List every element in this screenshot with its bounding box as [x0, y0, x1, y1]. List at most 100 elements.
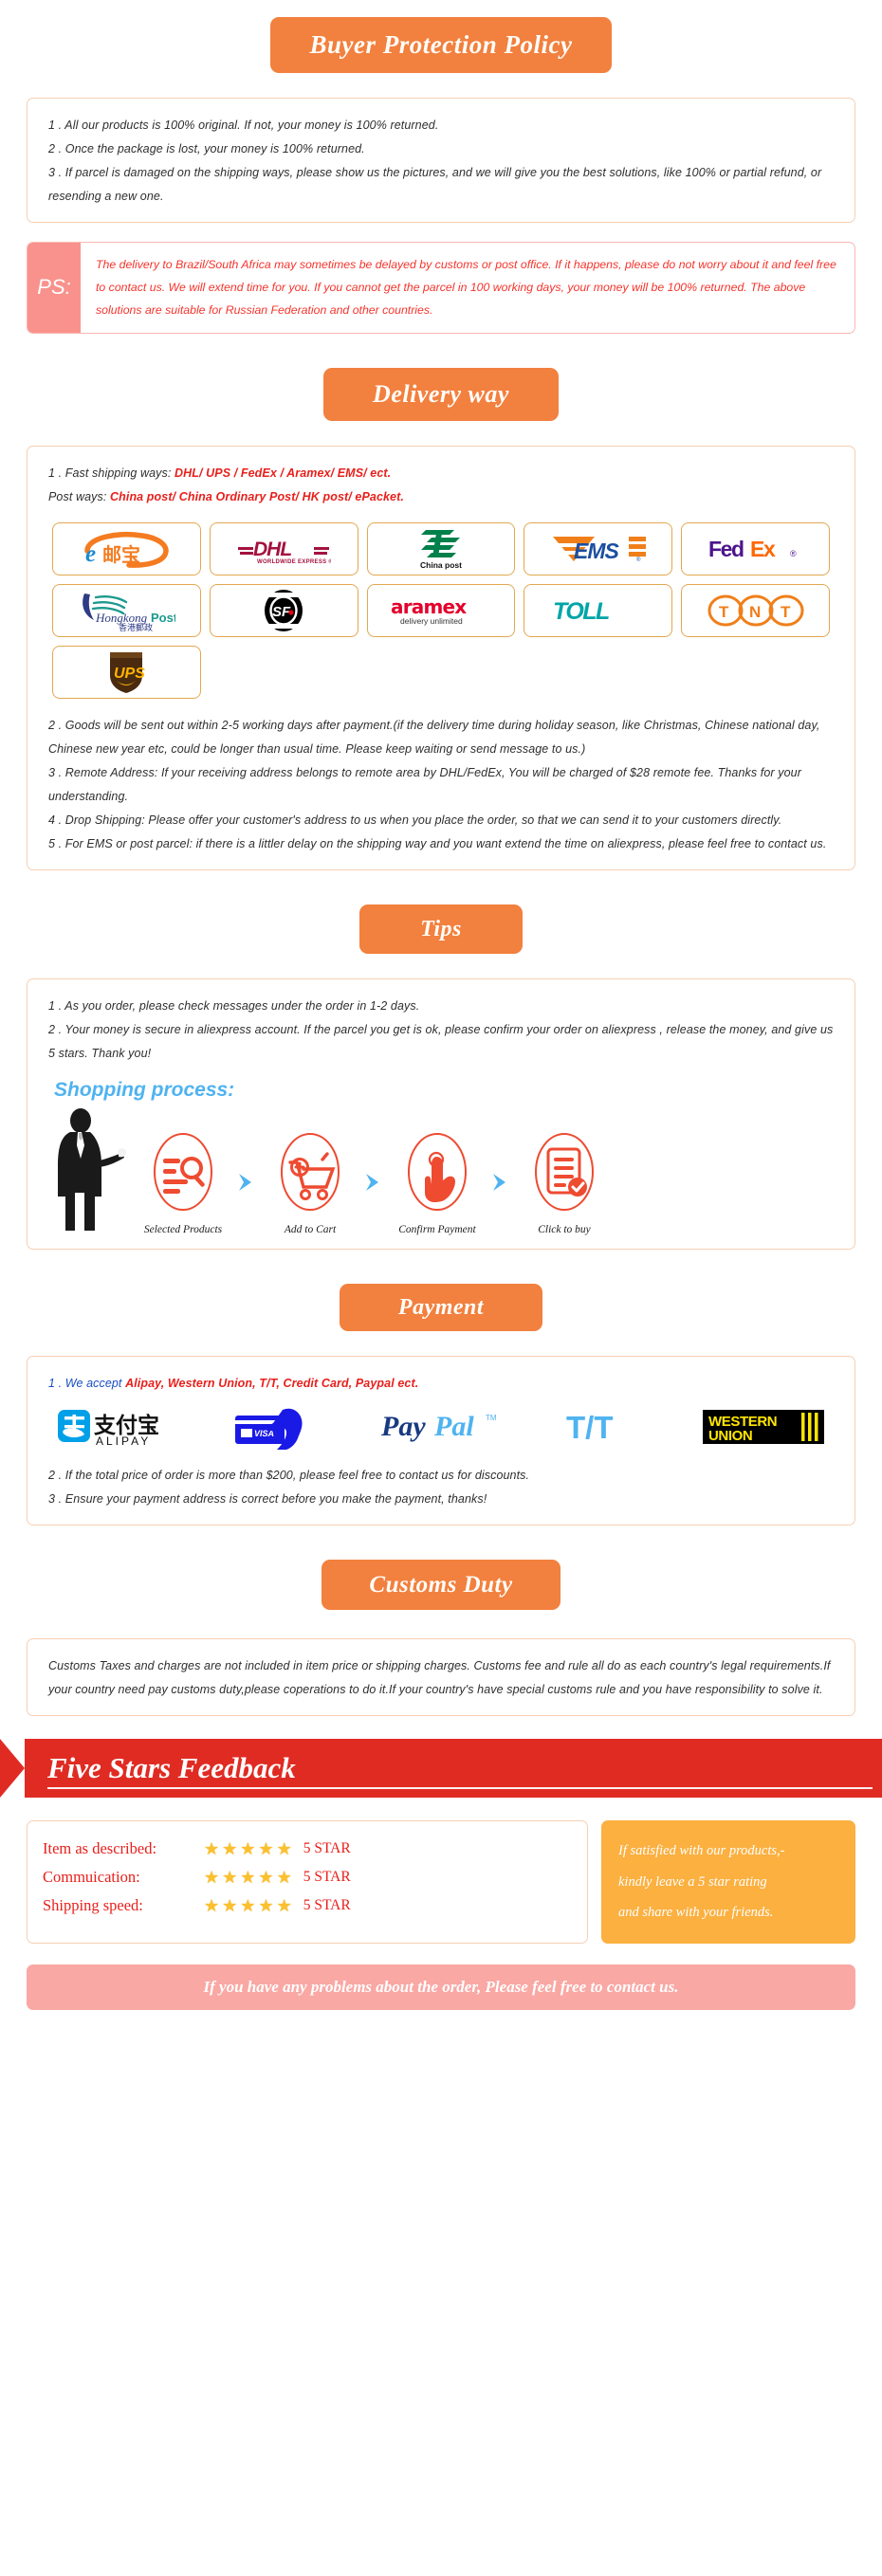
- payment-cell-paypal: Pay Pal TM: [379, 1408, 520, 1452]
- alipay-logo: 支付宝 ALIPAY: [56, 1406, 189, 1452]
- five-stars-feedback-banner: Five Stars Feedback: [0, 1738, 882, 1798]
- sf-express-logo: SF: [262, 589, 305, 632]
- tips-line-1: 1 . As you order, please check messages …: [48, 998, 420, 1013]
- svg-text:T/T: T/T: [566, 1410, 613, 1445]
- star-icon: ★: [240, 1838, 256, 1858]
- payment-cell-western-union: WESTERN UNION: [701, 1408, 826, 1452]
- rating-row-shipping-speed: Shipping speed: ★ ★ ★ ★ ★ 5 STAR: [43, 1896, 572, 1915]
- five-stars-feedback-title: Five Stars Feedback: [47, 1751, 296, 1785]
- payment-note-3: 3 . Ensure your payment address is corre…: [48, 1491, 487, 1506]
- star-icon: ★: [258, 1838, 274, 1858]
- svg-text:Post: Post: [151, 611, 175, 625]
- svg-text:ALIPAY: ALIPAY: [96, 1434, 151, 1448]
- feedback-wrap: Item as described: ★ ★ ★ ★ ★ 5 STAR Comm…: [27, 1819, 855, 1944]
- china-post-label: China post: [420, 560, 462, 571]
- dhl-logo: DHL WORLDWIDE EXPRESS ®: [236, 532, 331, 566]
- payment-cell-alipay: 支付宝 ALIPAY: [56, 1408, 189, 1452]
- svg-text:Hongkong: Hongkong: [95, 611, 148, 625]
- payment-accept-line: 1 . We accept Alipay, Western Union, T/T…: [48, 1372, 834, 1396]
- carrier-cell-aramex: aramex delivery unlimited: [366, 583, 516, 637]
- star-icon: ★: [276, 1838, 292, 1858]
- banner-underline: [47, 1786, 873, 1789]
- star-icon: ★: [276, 1867, 292, 1887]
- svg-text:delivery unlimited: delivery unlimited: [400, 616, 463, 626]
- star-icon: ★: [240, 1867, 256, 1887]
- flow-caption-3: Confirm Payment: [398, 1223, 476, 1235]
- rating-row-commuication: Commuication: ★ ★ ★ ★ ★ 5 STAR: [43, 1868, 572, 1887]
- carrier-cell-dhl: DHL WORLDWIDE EXPRESS ®: [209, 521, 358, 575]
- tips-banner: Tips: [359, 904, 523, 954]
- delivery-card: 1 . Fast shipping ways: DHL/ UPS / FedEx…: [27, 445, 855, 870]
- payment-cell-visa-card: VISA: [233, 1408, 336, 1452]
- flow-arrow-3: [487, 1172, 515, 1235]
- svg-text:TM: TM: [486, 1414, 497, 1422]
- shopping-process-flow: Selected Products Add to Cart Confirm Pa…: [48, 1105, 834, 1235]
- tips-banner-wrap: Tips: [0, 904, 882, 954]
- flow-arrow-1: [232, 1172, 261, 1235]
- feedback-note-line-2: kindly leave a 5 star rating: [618, 1873, 767, 1890]
- star-icon: ★: [258, 1867, 274, 1887]
- delivery-note-4: 4 . Drop Shipping: Please offer your cus…: [48, 813, 782, 827]
- rating-label-1: Item as described:: [43, 1838, 157, 1857]
- svg-text:®: ®: [636, 557, 641, 563]
- svg-text:香港郵政: 香港郵政: [119, 622, 153, 631]
- star-icon: ★: [204, 1838, 220, 1858]
- flow-caption-2: Add to Cart: [284, 1223, 337, 1235]
- ups-logo: UPS: [107, 649, 145, 695]
- rating-stars-3: ★ ★ ★ ★ ★: [204, 1897, 292, 1914]
- delivery-post-ways-value: China post/ China Ordinary Post/ HK post…: [110, 489, 404, 503]
- feedback-note-line-1: If satisfied with our products,-: [618, 1842, 785, 1858]
- customs-text: Customs Taxes and charges are not includ…: [48, 1658, 831, 1696]
- delivery-post-ways-line: Post ways: China post/ China Ordinary Po…: [48, 485, 834, 509]
- toll-logo: TOLL: [551, 597, 646, 624]
- svg-text:Pal: Pal: [433, 1411, 474, 1442]
- svg-text:UNION: UNION: [708, 1428, 752, 1444]
- rating-stars-2: ★ ★ ★ ★ ★: [204, 1869, 292, 1886]
- flow-step-click-to-buy: Click to buy: [515, 1128, 614, 1235]
- tips-card: 1 . As you order, please check messages …: [27, 977, 855, 1250]
- tips-line-2: 2 . Your money is secure in aliexpress a…: [48, 1022, 834, 1060]
- western-union-logo: WESTERN UNION: [701, 1406, 826, 1452]
- tt-logo: T/T: [564, 1407, 657, 1452]
- payment-accept-prefix: 1 . We accept: [48, 1376, 126, 1390]
- ps-body: The delivery to Brazil/South Africa may …: [81, 243, 854, 333]
- feedback-note-card: If satisfied with our products,- kindly …: [601, 1819, 855, 1944]
- buyer-protection-line-2: 2 . Once the package is lost, your money…: [48, 142, 365, 155]
- svg-text:UPS: UPS: [114, 666, 145, 682]
- svg-text:T: T: [781, 603, 791, 621]
- flow-arrow-2: [359, 1172, 388, 1235]
- flow-caption-1: Selected Products: [143, 1223, 223, 1235]
- star-icon: ★: [222, 1895, 238, 1915]
- rating-stars-1: ★ ★ ★ ★ ★: [204, 1840, 292, 1857]
- rating-row-item-as-described: Item as described: ★ ★ ★ ★ ★ 5 STAR: [43, 1839, 572, 1858]
- rating-value-2: 5 STAR: [303, 1868, 351, 1885]
- carrier-cell-epacket: e 邮宝: [52, 521, 201, 575]
- payment-banner-wrap: Payment: [0, 1283, 882, 1331]
- carrier-cell-ems: EMS ®: [524, 521, 673, 575]
- rating-label-3: Shipping speed:: [43, 1895, 143, 1914]
- customs-banner: Customs Duty: [322, 1559, 560, 1610]
- aramex-logo: aramex delivery unlimited: [389, 594, 493, 627]
- delivery-note-3: 3 . Remote Address: If your receiving ad…: [48, 765, 801, 803]
- star-icon: ★: [222, 1838, 238, 1858]
- checklist-icon: [546, 1147, 587, 1197]
- svg-text:T: T: [719, 603, 729, 621]
- buyer-protection-line-1: 1 . All our products is 100% original. I…: [48, 119, 439, 132]
- svg-text:SF: SF: [272, 604, 291, 620]
- svg-text:Ex: Ex: [750, 537, 776, 561]
- star-icon: ★: [258, 1895, 274, 1915]
- buyer-protection-banner-wrap: Buyer Protection Policy: [0, 0, 882, 73]
- payment-banner: Payment: [339, 1283, 543, 1331]
- carrier-cell-china-post: China post: [366, 521, 516, 575]
- payment-methods-row: 支付宝 ALIPAY VISA Pay Pal TM T/T WESTERN U…: [56, 1408, 826, 1452]
- carrier-cell-hongkong-post: Hongkong Post 香港郵政: [52, 583, 201, 637]
- rating-value-1: 5 STAR: [303, 1839, 351, 1856]
- star-icon: ★: [240, 1895, 256, 1915]
- svg-text:WORLDWIDE EXPRESS ®: WORLDWIDE EXPRESS ®: [257, 558, 331, 565]
- svg-text:aramex: aramex: [391, 595, 467, 618]
- tnt-logo: TNT: [707, 594, 805, 628]
- flow-caption-4: Click to buy: [538, 1223, 591, 1235]
- feedback-ratings-card: Item as described: ★ ★ ★ ★ ★ 5 STAR Comm…: [27, 1819, 588, 1944]
- star-icon: ★: [204, 1895, 220, 1915]
- product-description-page: Buyer Protection Policy 1 . All our prod…: [0, 0, 882, 2576]
